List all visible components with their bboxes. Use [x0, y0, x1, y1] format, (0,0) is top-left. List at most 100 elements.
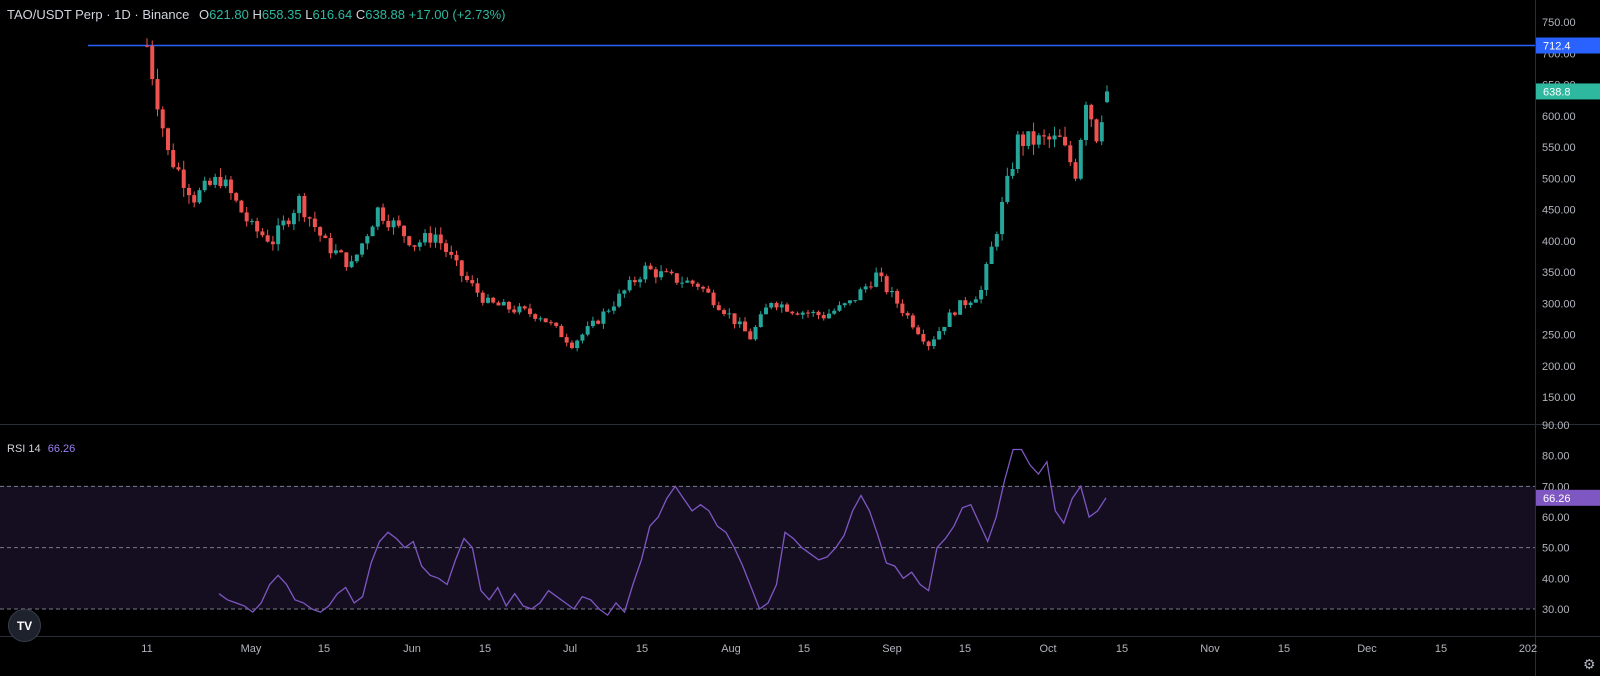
candle: [1042, 129, 1047, 146]
price-tick-label: 500.00: [1542, 173, 1576, 185]
candle: [370, 225, 375, 237]
candle-body: [811, 311, 816, 314]
candle-body: [286, 220, 291, 225]
candle: [407, 235, 412, 247]
candle: [391, 217, 396, 235]
candle: [1057, 129, 1062, 138]
candle-body: [548, 322, 553, 324]
candle-body: [879, 272, 884, 277]
candle-body: [1105, 91, 1109, 103]
candle: [423, 229, 428, 246]
candle: [622, 289, 627, 298]
close-label: C: [355, 7, 366, 22]
candle-body: [653, 269, 658, 278]
candle-body: [868, 286, 873, 288]
tradingview-logo[interactable]: TV: [8, 609, 41, 642]
candle: [360, 242, 365, 258]
candle: [774, 301, 779, 311]
candle-body: [664, 271, 669, 273]
symbol-title[interactable]: TAO/USDT Perp · 1D · Binance: [7, 7, 189, 22]
candle: [527, 303, 532, 318]
candle: [160, 106, 165, 137]
candle: [465, 271, 469, 283]
candle-body: [931, 339, 936, 347]
time-tick-label: 15: [318, 643, 330, 655]
candle-body: [244, 212, 249, 222]
candle: [632, 276, 637, 286]
candle-body: [480, 292, 485, 303]
candle: [764, 303, 769, 315]
open-label: O: [198, 7, 210, 22]
candle: [365, 233, 370, 250]
candle-body: [423, 233, 428, 243]
candle-body: [276, 225, 281, 245]
candle: [402, 225, 407, 244]
candle-body: [648, 265, 653, 270]
candle: [145, 38, 149, 48]
candle: [480, 290, 485, 306]
candle: [260, 228, 265, 238]
candle: [931, 336, 936, 350]
candle-body: [171, 150, 176, 168]
candle: [879, 267, 884, 282]
candle: [176, 162, 181, 172]
candle-body: [512, 309, 517, 313]
candle-body: [160, 109, 165, 129]
chart-canvas[interactable]: 750.00700.00650.00600.00550.00500.00450.…: [0, 0, 1600, 676]
candle-body: [454, 254, 459, 261]
candle: [412, 245, 417, 252]
candle-body: [281, 220, 286, 226]
candle-body: [375, 207, 380, 227]
candle: [811, 309, 816, 317]
candle-body: [501, 301, 506, 306]
candle-body: [265, 235, 270, 242]
candle: [842, 302, 847, 308]
time-tick-label: Jun: [403, 643, 421, 655]
rsi-legend[interactable]: RSI 14 66.26: [7, 443, 75, 455]
candle: [716, 301, 721, 311]
candle-body: [758, 314, 763, 327]
candle-body: [921, 334, 926, 342]
candle: [863, 283, 868, 293]
time-tick-label: Oct: [1039, 643, 1056, 655]
candle-body: [234, 193, 239, 201]
candle: [895, 288, 900, 309]
candle-body: [155, 79, 160, 110]
candle: [753, 325, 758, 341]
time-tick-label: 15: [798, 643, 810, 655]
candle: [664, 268, 669, 273]
candle: [952, 311, 957, 317]
candle-body: [465, 275, 469, 281]
candle-body: [706, 288, 711, 293]
candle-body: [365, 236, 370, 244]
candle-body: [622, 290, 627, 294]
candle-body: [832, 310, 837, 314]
candle: [1026, 131, 1031, 150]
candle: [916, 324, 921, 336]
candle-body: [905, 313, 910, 316]
candle-body: [207, 180, 212, 185]
candle: [973, 296, 978, 303]
candle: [165, 127, 170, 156]
candle: [758, 311, 763, 328]
candle-body: [349, 261, 354, 268]
candle-body: [680, 282, 685, 284]
candle: [564, 333, 569, 347]
candle-body: [632, 280, 637, 283]
last-price-label: 638.8: [1543, 86, 1571, 98]
candle-body: [297, 195, 302, 214]
candle-body: [223, 179, 228, 187]
candle-body: [1000, 201, 1005, 235]
candle-body: [202, 180, 207, 191]
candle-body: [543, 318, 548, 323]
candle-body: [805, 312, 810, 314]
candle: [853, 300, 858, 303]
candle: [491, 296, 496, 304]
gear-icon[interactable]: ⚙: [1583, 656, 1596, 673]
candle-body: [826, 313, 831, 319]
candle-body: [821, 315, 826, 319]
candle: [1031, 122, 1036, 155]
candle-body: [947, 312, 952, 327]
candle: [417, 239, 422, 251]
candle-body: [360, 243, 365, 255]
